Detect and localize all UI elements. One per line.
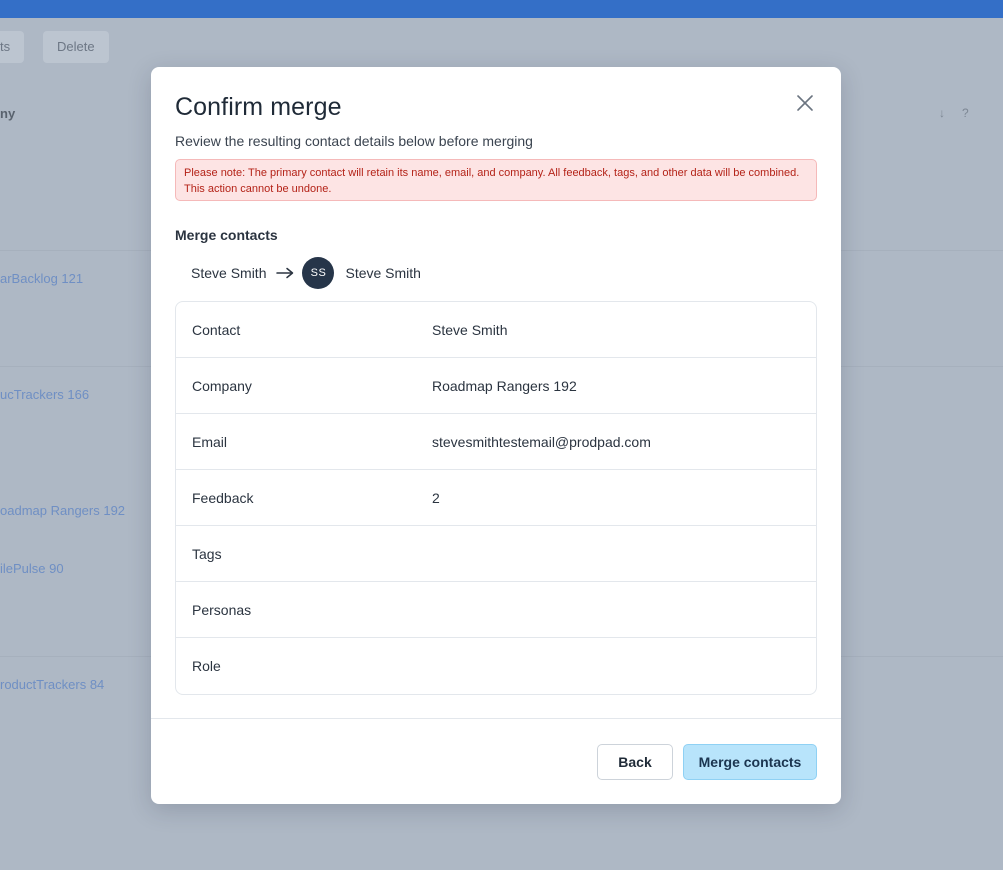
details-label: Tags (192, 545, 222, 562)
details-label: Personas (192, 601, 252, 618)
close-button[interactable] (791, 89, 819, 117)
details-value: stevesmithtestemail@prodpad.com (432, 433, 651, 450)
merged-details-table: Contact Steve Smith Company Roadmap Rang… (175, 301, 817, 695)
details-value: 2 (432, 489, 440, 506)
arrow-right-icon (276, 267, 294, 279)
confirm-merge-modal: Confirm merge Review the resulting conta… (151, 67, 841, 804)
background-delete-button: Delete (43, 31, 109, 63)
details-value: Roadmap Rangers 192 (432, 377, 577, 394)
details-label: Role (192, 658, 221, 674)
background-company-link: ilePulse 90 (0, 561, 64, 576)
merge-preview: Steve Smith SS Steve Smith (191, 256, 421, 290)
details-row-email: Email stevesmithtestemail@prodpad.com (176, 414, 816, 470)
background-help-icon: ? (962, 106, 969, 120)
merge-contacts-heading: Merge contacts (175, 227, 278, 243)
modal-footer-divider (151, 718, 841, 719)
app-top-bar (0, 0, 1003, 18)
target-contact-name: Steve Smith (345, 265, 421, 281)
details-row-role: Role (176, 638, 816, 694)
source-contact-name: Steve Smith (191, 265, 267, 281)
details-label: Contact (192, 321, 241, 338)
background-sort-icon: ↓ (939, 106, 945, 120)
details-row-personas: Personas (176, 582, 816, 638)
background-column-header: ny (0, 106, 16, 121)
details-row-tags: Tags (176, 526, 816, 582)
close-icon (797, 95, 813, 111)
modal-subtitle: Review the resulting contact details bel… (175, 133, 533, 149)
modal-title: Confirm merge (175, 93, 342, 121)
background-company-link: ucTrackers 166 (0, 387, 90, 402)
background-company-link: arBacklog 121 (0, 271, 84, 286)
merge-contacts-button[interactable]: Merge contacts (683, 744, 817, 780)
details-label: Feedback (192, 489, 254, 506)
details-row-company: Company Roadmap Rangers 192 (176, 358, 816, 414)
background-toolbar-button: ts (0, 31, 25, 63)
details-row-contact: Contact Steve Smith (176, 302, 816, 358)
avatar: SS (302, 257, 335, 289)
details-label: Company (192, 377, 252, 394)
warning-alert: Please note: The primary contact will re… (175, 159, 817, 201)
back-button[interactable]: Back (597, 744, 673, 780)
background-company-link: oadmap Rangers 192 (0, 503, 126, 518)
details-value: Steve Smith (432, 321, 508, 338)
details-row-feedback: Feedback 2 (176, 470, 816, 526)
details-label: Email (192, 433, 228, 450)
background-company-link: roductTrackers 84 (0, 677, 105, 692)
